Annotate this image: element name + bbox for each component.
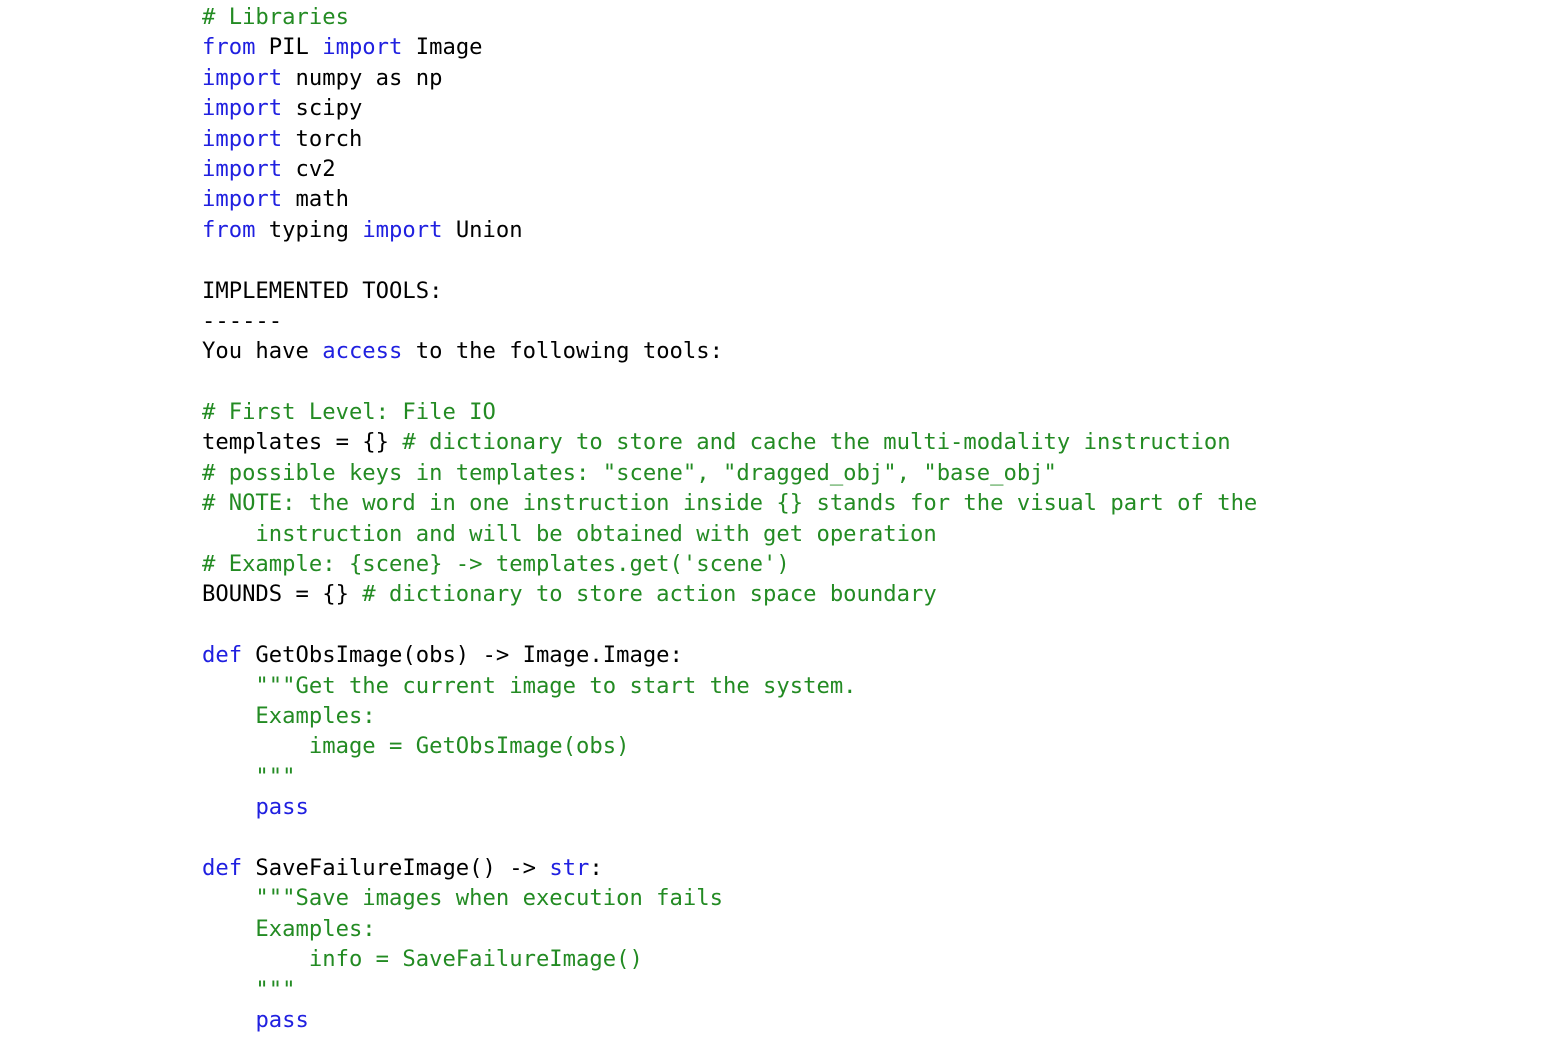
code-token-kw: import xyxy=(362,216,443,243)
code-token-tx: You have xyxy=(202,338,323,365)
code-line: # possible keys in templates: "scene", "… xyxy=(202,458,1257,488)
code-line: """ xyxy=(202,762,1257,792)
code-token-tx xyxy=(202,794,255,820)
code-line: pass xyxy=(202,792,1257,822)
code-token-cm: """Save images when execution fails xyxy=(202,885,723,912)
code-line: import scipy xyxy=(202,93,1257,123)
python-code-listing: # Libraries from PIL import Image import n… xyxy=(202,2,1257,1035)
code-token-cm: # Libraries xyxy=(202,4,349,30)
code-line: image = GetObsImage(obs) xyxy=(202,731,1257,761)
code-line: """ xyxy=(202,975,1257,1005)
code-token-tx: cv2 xyxy=(282,155,336,182)
code-line: Examples: xyxy=(202,701,1257,731)
code-line: import cv2 xyxy=(202,154,1257,184)
code-token-tx xyxy=(202,1007,255,1033)
code-line: import numpy as np xyxy=(202,63,1257,93)
code-token-tx: to the following tools: xyxy=(402,338,723,365)
code-token-kw: access xyxy=(322,338,403,365)
code-token-tx: templates = {} xyxy=(202,429,403,456)
code-line: import torch xyxy=(202,124,1257,154)
code-token-tx: ------ xyxy=(202,307,283,334)
code-line: def GetObsImage(obs) -> Image.Image: xyxy=(202,640,1257,670)
code-token-tx: IMPLEMENTED TOOLS: xyxy=(202,277,443,304)
code-line: ------ xyxy=(202,306,1257,336)
code-token-kw: import xyxy=(202,186,283,213)
code-line: # Libraries xyxy=(202,2,1257,32)
code-token-kw: from xyxy=(202,34,256,61)
code-token-kw: import xyxy=(202,64,283,91)
code-line: templates = {} # dictionary to store and… xyxy=(202,427,1257,457)
code-line: # Example: {scene} -> templates.get('sce… xyxy=(202,549,1257,579)
code-line: def SaveFailureImage() -> str: xyxy=(202,853,1257,883)
code-line: import math xyxy=(202,184,1257,214)
code-token-cm: # First Level: File IO xyxy=(202,399,496,426)
code-token-kw: pass xyxy=(255,794,309,821)
code-token-cm: image = GetObsImage(obs) xyxy=(202,733,630,760)
code-token-cm: # possible keys in templates: "scene", "… xyxy=(202,459,1057,486)
code-line: from PIL import Image xyxy=(202,32,1257,62)
code-line: Examples: xyxy=(202,914,1257,944)
code-token-cm: instruction and will be obtained with ge… xyxy=(202,520,937,547)
code-line: instruction and will be obtained with ge… xyxy=(202,519,1257,549)
code-token-cm: # dictionary to store and cache the mult… xyxy=(402,429,1231,456)
code-token-tx: GetObsImage(obs) -> Image.Image: xyxy=(242,642,683,669)
code-token-kw: from xyxy=(202,216,256,243)
code-token-tx: SaveFailureImage() -> xyxy=(242,854,550,881)
code-token-cm: # Example: {scene} -> templates.get('sce… xyxy=(202,551,790,578)
code-token-cm: # dictionary to store action space bound… xyxy=(362,581,937,608)
code-token-kw: import xyxy=(202,95,283,122)
code-line: info = SaveFailureImage() xyxy=(202,944,1257,974)
code-token-kw: import xyxy=(202,155,283,182)
code-token-tx: scipy xyxy=(282,95,363,122)
code-token-cm: info = SaveFailureImage() xyxy=(202,946,643,973)
code-token-cm: # NOTE: the word in one instruction insi… xyxy=(202,490,1258,517)
code-token-tx: torch xyxy=(282,125,363,152)
code-token-cm: Examples: xyxy=(202,915,376,942)
code-token-cm: """ xyxy=(202,976,296,1003)
code-token-kw: def xyxy=(202,854,243,881)
code-line: """Get the current image to start the sy… xyxy=(202,671,1257,701)
code-token-kw: str xyxy=(549,854,590,881)
code-token-tx: typing xyxy=(255,216,363,243)
code-token-tx: : xyxy=(589,854,603,881)
code-token-kw: import xyxy=(202,125,283,152)
code-line: # NOTE: the word in one instruction insi… xyxy=(202,488,1257,518)
code-token-cm: Examples: xyxy=(202,702,376,729)
code-line: pass xyxy=(202,1005,1257,1035)
code-token-cm: """ xyxy=(202,763,296,790)
code-line: from typing import Union xyxy=(202,215,1257,245)
code-token-kw: import xyxy=(322,34,403,61)
code-line: BOUNDS = {} # dictionary to store action… xyxy=(202,579,1257,609)
code-line: You have access to the following tools: xyxy=(202,336,1257,366)
code-token-cm: """Get the current image to start the sy… xyxy=(202,672,857,699)
code-token-tx: Image xyxy=(402,34,483,61)
code-token-kw: def xyxy=(202,642,243,669)
code-token-tx: PIL xyxy=(255,34,323,61)
code-token-tx: BOUNDS = {} xyxy=(202,581,363,608)
code-token-kw: pass xyxy=(255,1006,309,1033)
code-line: """Save images when execution fails xyxy=(202,883,1257,913)
code-line: # First Level: File IO xyxy=(202,397,1257,427)
code-token-tx: numpy as np xyxy=(282,64,443,91)
code-token-tx: Union xyxy=(442,216,523,243)
code-line: IMPLEMENTED TOOLS: xyxy=(202,276,1257,306)
code-token-tx: math xyxy=(282,186,349,213)
